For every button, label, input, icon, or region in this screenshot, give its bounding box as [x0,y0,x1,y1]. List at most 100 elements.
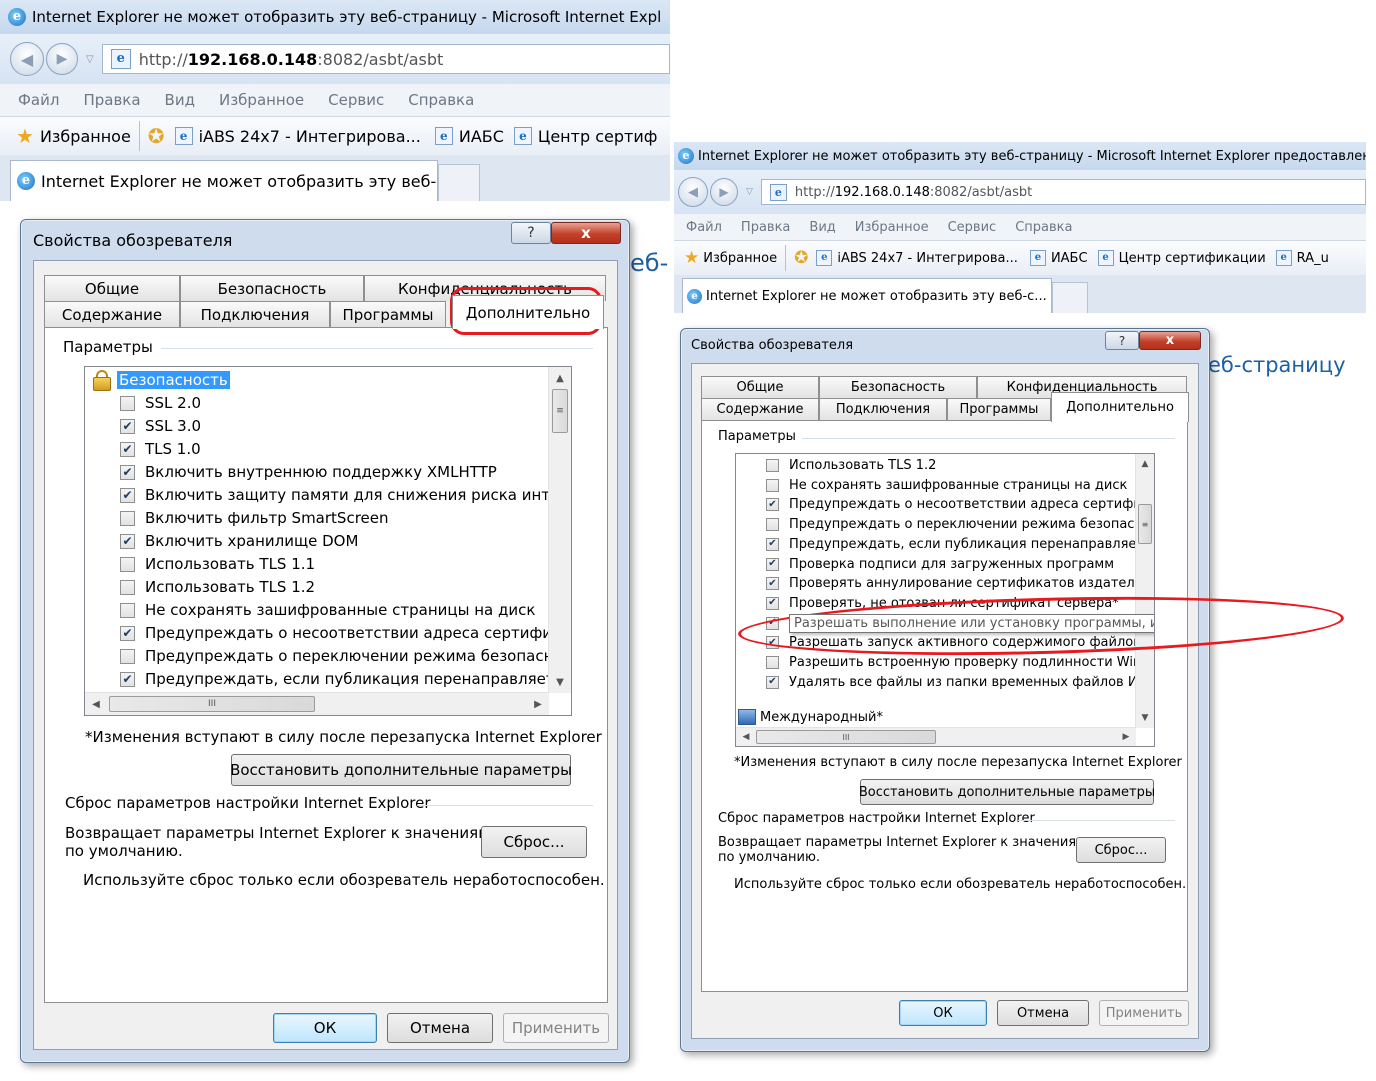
favorite-link[interactable]: ИАБС [1051,251,1088,266]
list-item[interactable]: ✔ Разрешать выполнение или установку прог… [736,613,1154,633]
new-tab-button[interactable] [438,164,480,201]
list-item[interactable]: Не сохранять зашифрованные страницы на д… [736,476,1136,495]
tab-general[interactable]: Общие [44,275,180,301]
list-item[interactable]: ✔ Предупреждать, если публикация перенапр… [736,535,1136,554]
favorite-link[interactable]: Центр сертиф [538,127,657,146]
apply-button[interactable]: Применить [503,1013,609,1043]
tab-programs[interactable]: Программы [947,398,1051,420]
menu-file[interactable]: Файл [686,220,722,235]
menu-view[interactable]: Вид [809,220,835,235]
checkbox[interactable]: ✔ [766,498,779,512]
checkbox[interactable]: ✔ [766,537,779,551]
menu-tools[interactable]: Сервис [948,220,997,235]
tab-content[interactable]: Содержание [44,301,180,327]
menu-tools[interactable]: Сервис [328,91,384,109]
list-item[interactable]: Включить фильтр SmartScreen [85,507,549,529]
tab-programs[interactable]: Программы [330,301,446,327]
browser-tab[interactable]: e Internet Explorer не может отобразить … [682,278,1052,313]
favorite-link[interactable]: RA_u [1297,251,1329,266]
checkbox[interactable] [120,648,135,664]
checkbox[interactable] [120,579,135,595]
checkbox[interactable] [120,510,135,526]
reset-button[interactable]: Сброс... [481,826,587,858]
address-bar[interactable]: e http://192.168.0.148:8082/asbt/asbt [101,44,670,74]
help-icon[interactable]: ? [1105,331,1139,350]
favorite-link[interactable]: iABS 24x7 - Интегрирова... [837,251,1018,266]
list-item[interactable]: ✔ Проверять аннулирование сертификатов из… [736,574,1136,593]
list-item[interactable]: ✔ Удалять все файлы из папки временных фа… [736,673,1136,692]
vertical-scrollbar[interactable]: ▲ ≡ ▼ [548,367,571,693]
close-icon[interactable]: x [551,222,621,244]
menu-file[interactable]: Файл [18,91,59,109]
list-item[interactable]: ✔ SSL 3.0 [85,415,549,437]
scroll-up-icon[interactable]: ▲ [549,369,571,387]
checkbox[interactable] [120,395,135,411]
horizontal-scrollbar[interactable]: ◀ III ▶ [85,692,549,715]
scroll-down-icon[interactable]: ▼ [549,673,571,691]
add-favorite-icon[interactable]: ✪ [148,124,165,148]
checkbox[interactable]: ✔ [120,625,135,641]
menu-favorites[interactable]: Избранное [219,91,304,109]
menu-edit[interactable]: Правка [741,220,790,235]
forward-icon[interactable]: ▶ [46,43,78,75]
menu-favorites[interactable]: Избранное [855,220,929,235]
restore-advanced-button[interactable]: Восстановить дополнительные параметры [230,754,572,786]
checkbox[interactable]: ✔ [766,577,779,591]
list-item[interactable]: Предупреждать о переключении режима безо… [85,645,549,667]
checkbox[interactable] [766,656,779,669]
list-item[interactable]: ✔ Включить хранилище DOM [85,530,549,552]
vertical-scrollbar[interactable]: ▲ ≡ ▼ [1135,454,1154,728]
favorite-link[interactable]: iABS 24x7 - Интегрирова... [199,127,421,146]
list-item[interactable]: ✔ TLS 1.0 [85,438,549,460]
list-item[interactable]: ✔ Включить внутреннюю поддержку XMLHTTP [85,461,549,483]
list-item[interactable]: Разрешить встроенную проверку подлинност… [736,653,1136,672]
scroll-left-icon[interactable]: ◀ [89,695,103,713]
history-dropdown-icon[interactable]: ▽ [86,54,94,65]
restore-advanced-button[interactable]: Восстановить дополнительные параметры [859,779,1155,805]
ok-button[interactable]: ОК [899,1000,987,1026]
tab-security[interactable]: Безопасность [819,376,977,398]
list-item[interactable]: ✔ Проверять, не отозван ли сертификат сер… [736,594,1136,613]
tab-content[interactable]: Содержание [701,398,819,420]
cancel-button[interactable]: Отмена [997,1000,1089,1026]
list-item[interactable]: Использовать TLS 1.1 [85,553,549,575]
checkbox[interactable]: ✔ [120,464,135,480]
back-icon[interactable]: ◀ [10,42,44,76]
settings-list[interactable]: Безопасность SSL 2.0 ✔ SSL 3.0 ✔ TLS 1.0 ✔ Вкл… [84,366,572,716]
list-item[interactable]: ✔ Включить защиту памяти для снижения рис… [85,484,549,506]
scroll-down-icon[interactable]: ▼ [1136,710,1154,726]
checkbox[interactable] [766,478,779,492]
back-icon[interactable]: ◀ [678,177,708,207]
list-item[interactable]: Не сохранять зашифрованные страницы на д… [85,599,549,621]
ok-button[interactable]: ОК [273,1013,377,1043]
list-item[interactable]: Использовать TLS 1.2 [736,456,1136,475]
menu-help[interactable]: Справка [1015,220,1072,235]
cancel-button[interactable]: Отмена [387,1013,493,1043]
list-item[interactable]: Предупреждать о переключении режима безо… [736,515,1136,534]
scroll-thumb[interactable]: III [109,696,315,712]
browser-tab[interactable]: e Internet Explorer не может отобразить … [10,160,438,201]
list-item[interactable]: ✔ Предупреждать о несоответствии адреса с… [736,495,1136,514]
address-bar[interactable]: e http://192.168.0.148:8082/asbt/asbt [760,179,1366,205]
help-icon[interactable]: ? [511,222,551,244]
tab-advanced[interactable]: Дополнительно [452,295,604,329]
menu-edit[interactable]: Правка [83,91,140,109]
history-dropdown-icon[interactable]: ▽ [746,187,753,197]
apply-button[interactable]: Применить [1099,1000,1189,1026]
favorite-link[interactable]: ИАБС [459,127,504,146]
scroll-thumb[interactable]: ≡ [552,389,568,433]
list-item[interactable]: Использовать TLS 1.2 [85,576,549,598]
forward-icon[interactable]: ▶ [710,178,738,206]
scroll-thumb[interactable]: ≡ [1138,504,1152,544]
tab-security[interactable]: Безопасность [180,275,364,301]
tab-general[interactable]: Общие [701,376,819,398]
list-item[interactable]: SSL 2.0 [85,392,549,414]
list-item[interactable]: ✔ Проверка подписи для загруженных програ… [736,555,1136,574]
list-item[interactable]: ✔ Предупреждать, если публикация перенапр… [85,668,549,690]
favorite-link[interactable]: Центр сертификации [1119,251,1266,266]
checkbox[interactable]: ✔ [766,636,779,650]
tab-connections[interactable]: Подключения [180,301,330,327]
checkbox[interactable]: ✔ [120,671,135,687]
checkbox[interactable] [766,518,779,532]
checkbox[interactable] [120,556,135,572]
